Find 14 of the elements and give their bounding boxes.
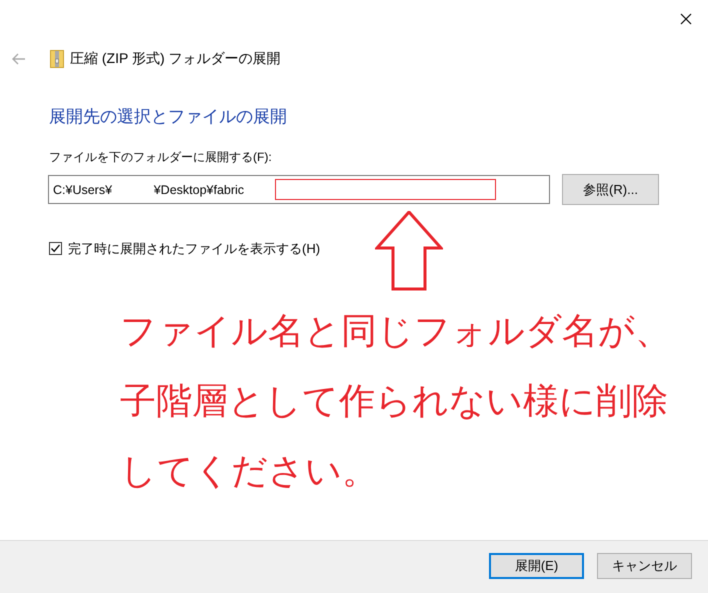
checkbox-label: 完了時に展開されたファイルを表示する(H) <box>68 240 320 258</box>
page-heading: 展開先の選択とファイルの展開 <box>49 108 288 125</box>
close-icon[interactable] <box>680 13 692 25</box>
annotation-text: してください。 <box>120 452 379 490</box>
checkbox[interactable] <box>49 242 62 256</box>
extract-button[interactable]: 展開(E) <box>489 553 584 579</box>
window-title: 圧縮 (ZIP 形式) フォルダーの展開 <box>70 49 281 68</box>
destination-field[interactable]: C:¥Users¥ ¥Desktop¥fabric <box>48 175 550 204</box>
browse-button[interactable]: 参照(R)... <box>562 174 659 205</box>
cancel-button[interactable]: キャンセル <box>597 553 692 579</box>
field-label: ファイルを下のフォルダーに展開する(F): <box>49 151 273 163</box>
zip-folder-icon <box>50 50 64 68</box>
annotation-text: 子階層として作られない様に削除 <box>120 382 669 420</box>
annotation-text: ファイル名と同じフォルダ名が、 <box>120 312 671 350</box>
